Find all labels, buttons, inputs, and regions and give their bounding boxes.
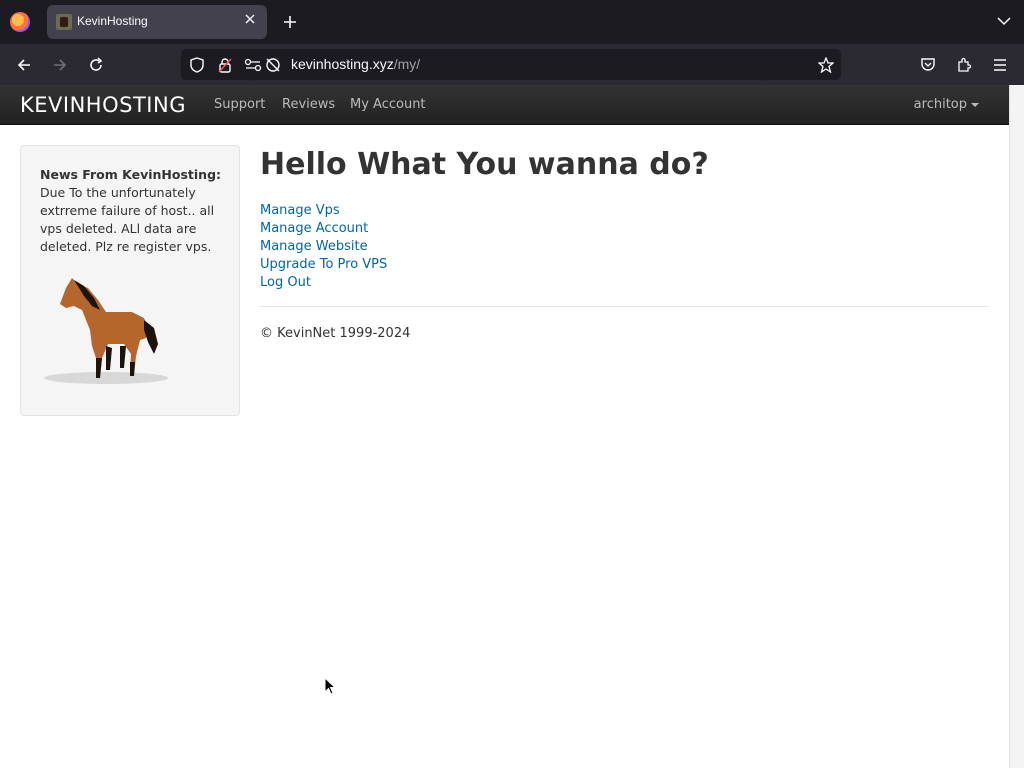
site-navbar: KEVINHOSTING Support Reviews My Account … <box>0 85 1009 125</box>
mouse-cursor-icon <box>324 677 336 695</box>
bookmark-star-icon[interactable] <box>817 56 835 74</box>
news-body: Due To the unfortunately extrreme failur… <box>40 185 215 254</box>
lock-icon[interactable] <box>216 56 234 74</box>
extensions-icon[interactable] <box>953 54 975 76</box>
url-bar[interactable]: kevinhosting.xyz/my/ <box>181 49 841 80</box>
manage-website-link[interactable]: Manage Website <box>260 238 990 256</box>
news-text: News From KevinHosting: Due To the unfor… <box>40 166 225 256</box>
permissions-icon[interactable] <box>244 56 262 74</box>
back-icon[interactable] <box>12 53 36 77</box>
browser-tab-bar: KevinHosting <box>0 0 1024 44</box>
pocket-icon[interactable] <box>917 54 939 76</box>
site-brand[interactable]: KEVINHOSTING <box>20 93 186 117</box>
page-scrollbar[interactable] <box>1009 85 1024 768</box>
main-content: Hello What You wanna do? Manage Vps Mana… <box>260 145 990 341</box>
new-tab-icon[interactable] <box>280 12 300 32</box>
horse-image <box>44 278 168 384</box>
menu-icon[interactable] <box>989 54 1011 76</box>
tracking-blocked-icon[interactable] <box>264 56 282 74</box>
browser-tab[interactable]: KevinHosting <box>47 5 267 39</box>
manage-account-link[interactable]: Manage Account <box>260 220 990 238</box>
nav-reviews-link[interactable]: Reviews <box>282 97 335 112</box>
user-name: architop <box>913 97 967 112</box>
shield-icon[interactable] <box>188 56 206 74</box>
user-menu-dropdown[interactable]: architop <box>914 97 979 112</box>
url-text[interactable]: kevinhosting.xyz/my/ <box>291 56 420 72</box>
reload-icon[interactable] <box>84 53 108 77</box>
footer-copyright: © KevinNet 1999-2024 <box>260 326 411 341</box>
chevron-down-icon[interactable] <box>996 13 1012 29</box>
tab-title: KevinHosting <box>77 14 148 28</box>
nav-my-account-link[interactable]: My Account <box>350 97 426 112</box>
caret-down-icon <box>971 102 979 107</box>
log-out-link[interactable]: Log Out <box>260 274 990 292</box>
news-sidebar: News From KevinHosting: Due To the unfor… <box>20 145 240 416</box>
news-heading: News From KevinHosting: <box>40 167 222 182</box>
browser-toolbar: kevinhosting.xyz/my/ <box>0 44 1024 85</box>
upgrade-pro-vps-link[interactable]: Upgrade To Pro VPS <box>260 256 990 274</box>
divider <box>260 306 988 307</box>
firefox-icon[interactable] <box>10 12 30 32</box>
action-links: Manage Vps Manage Account Manage Website… <box>260 202 990 292</box>
nav-support-link[interactable]: Support <box>214 97 265 112</box>
forward-icon[interactable] <box>48 53 72 77</box>
page-title: Hello What You wanna do? <box>260 147 709 182</box>
favicon-icon <box>56 14 72 30</box>
manage-vps-link[interactable]: Manage Vps <box>260 202 990 220</box>
close-icon[interactable] <box>241 12 259 30</box>
